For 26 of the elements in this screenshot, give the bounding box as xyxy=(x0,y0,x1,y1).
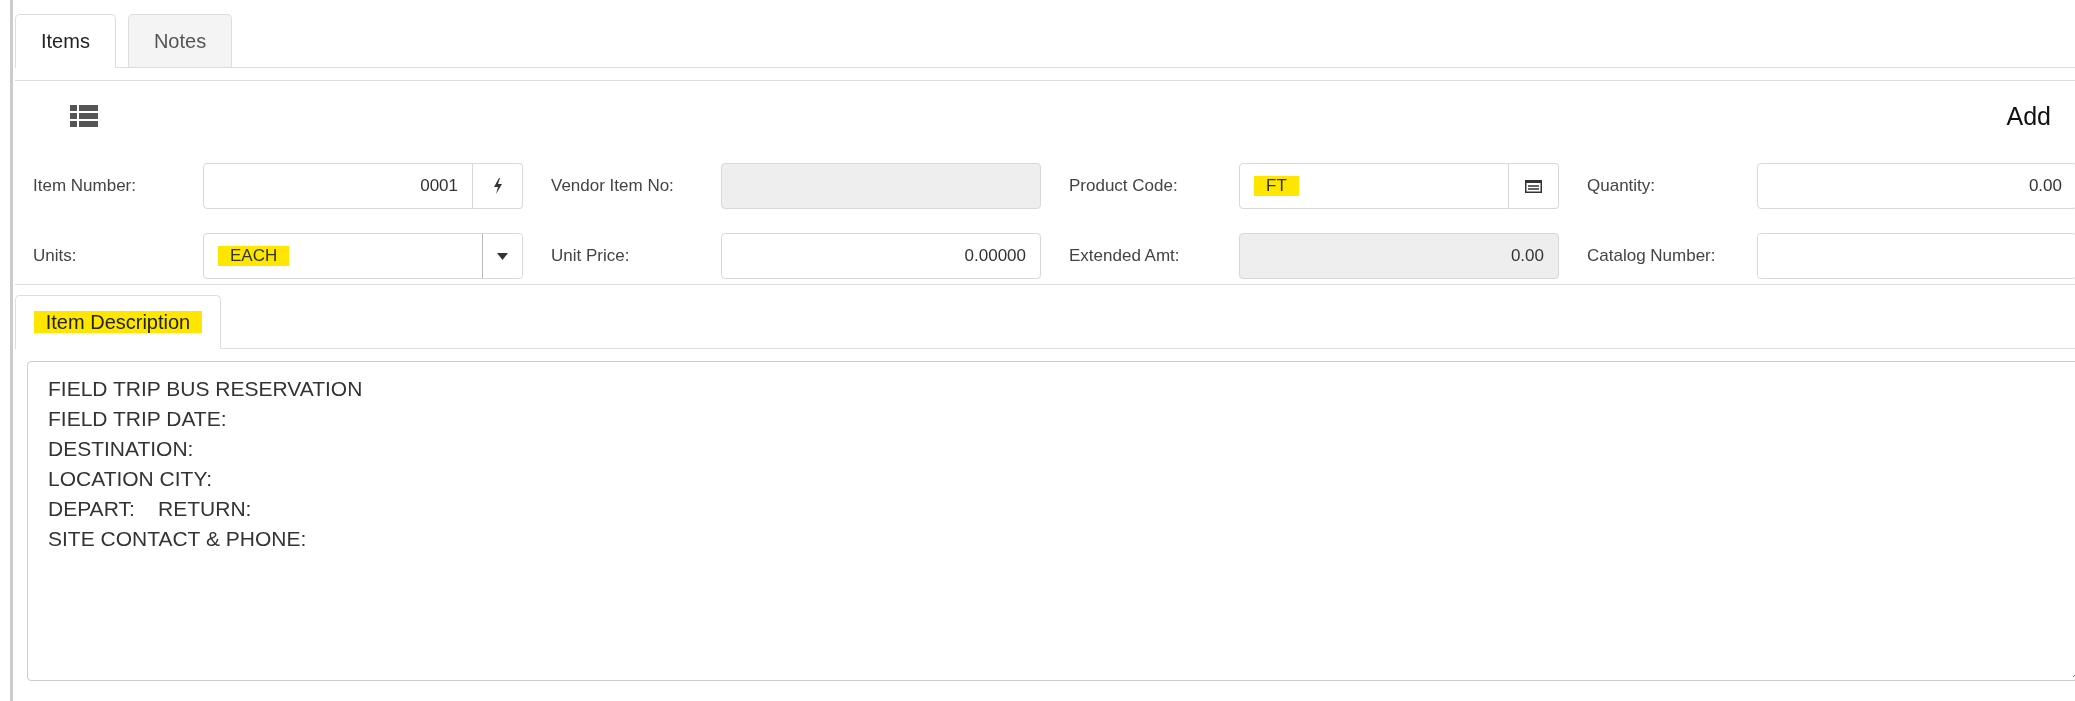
field-label: Unit Price: xyxy=(551,246,631,266)
field-button[interactable] xyxy=(1509,163,1559,209)
add-button[interactable]: Add xyxy=(2006,101,2051,131)
list-icon[interactable] xyxy=(70,105,98,127)
field-label: Item Number: xyxy=(33,176,137,196)
text-field[interactable]: FT xyxy=(1239,163,1509,209)
list-box-icon xyxy=(1525,179,1542,193)
field-label: Vendor Item No: xyxy=(551,176,675,196)
text-field[interactable]: 0001 xyxy=(203,163,473,209)
field-label: Quantity: xyxy=(1587,176,1657,196)
text-field[interactable] xyxy=(1757,233,2075,279)
units-dropdown[interactable]: EACH xyxy=(203,233,523,279)
caret-icon xyxy=(497,252,508,260)
field-button[interactable] xyxy=(473,163,523,209)
text-field[interactable]: 0.00000 xyxy=(721,233,1041,279)
text-field[interactable]: 0.00 xyxy=(1757,163,2075,209)
tab[interactable]: Item Description xyxy=(15,295,221,349)
description-field[interactable]: FIELD TRIP BUS RESERVATION FIELD TRIP DATE: DESTINATION: LOCATION CITY: DEPART: RETURN: SITE CONTACT & PHONE: xyxy=(27,361,2075,681)
field-label: Extended Amt: xyxy=(1069,246,1181,266)
tab[interactable]: Items xyxy=(15,14,116,68)
field-label: Catalog Number: xyxy=(1587,246,1717,266)
disabled-field: 0.00 xyxy=(1239,233,1559,279)
tab[interactable]: Notes xyxy=(127,14,233,67)
field-label: Product Code: xyxy=(1069,176,1179,196)
field-label: Units: xyxy=(33,246,78,266)
lightning-icon xyxy=(492,178,503,194)
